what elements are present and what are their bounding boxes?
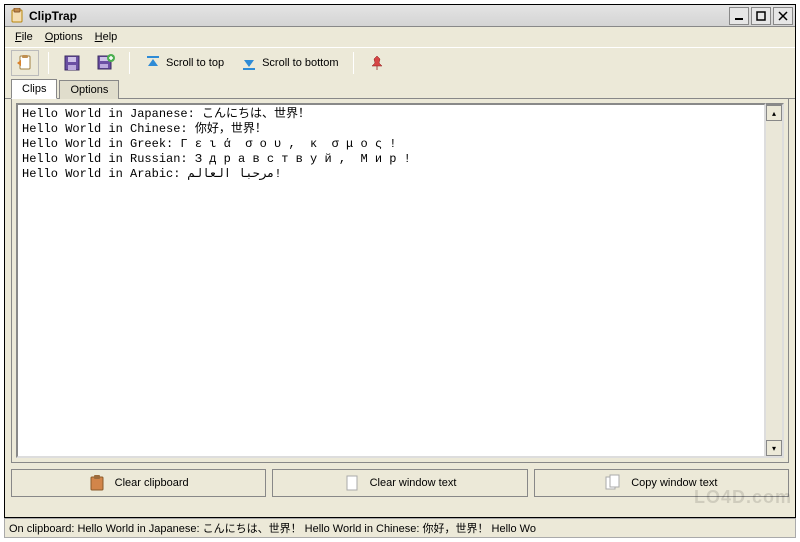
tab-row: Clips Options bbox=[5, 77, 795, 99]
clipboard-out-button[interactable] bbox=[11, 50, 39, 76]
separator bbox=[48, 52, 49, 74]
scroll-to-bottom-button[interactable]: Scroll to bottom bbox=[235, 50, 343, 76]
tab-clips[interactable]: Clips bbox=[11, 79, 57, 99]
separator bbox=[129, 52, 130, 74]
scroll-bottom-icon bbox=[240, 54, 258, 72]
statusbar-text: On clipboard: Hello World in Japanese: こ… bbox=[9, 520, 536, 536]
save-as-button[interactable] bbox=[92, 50, 120, 76]
vertical-scrollbar[interactable]: ▴ ▾ bbox=[766, 103, 784, 458]
scroll-top-icon bbox=[144, 54, 162, 72]
clips-textarea[interactable]: Hello World in Japanese: こんにちは、世界！ Hello… bbox=[16, 103, 766, 458]
copy-window-text-button[interactable]: Copy window text bbox=[534, 469, 789, 497]
titlebar: ClipTrap bbox=[5, 5, 795, 27]
scroll-bottom-label: Scroll to bottom bbox=[262, 57, 338, 69]
clear-clipboard-button[interactable]: Clear clipboard bbox=[11, 469, 266, 497]
floppy-icon bbox=[63, 54, 81, 72]
menu-help[interactable]: Help bbox=[89, 29, 124, 45]
scroll-down-button[interactable]: ▾ bbox=[766, 440, 782, 456]
minimize-button[interactable] bbox=[729, 7, 749, 25]
toolbar: Scroll to top Scroll to bottom bbox=[5, 47, 795, 77]
close-button[interactable] bbox=[773, 7, 793, 25]
scroll-up-button[interactable]: ▴ bbox=[766, 105, 782, 121]
menu-options[interactable]: Options bbox=[39, 29, 89, 45]
clipboard-arrow-icon bbox=[16, 54, 34, 72]
save-button[interactable] bbox=[58, 50, 86, 76]
scroll-top-label: Scroll to top bbox=[166, 57, 224, 69]
clipboard-icon bbox=[89, 474, 105, 492]
copy-pages-icon bbox=[605, 474, 621, 492]
clear-window-label: Clear window text bbox=[370, 477, 457, 489]
window-controls bbox=[727, 7, 793, 25]
menu-file[interactable]: File bbox=[9, 29, 39, 45]
floppy-plus-icon bbox=[97, 54, 115, 72]
content-area: Hello World in Japanese: こんにちは、世界！ Hello… bbox=[11, 99, 789, 463]
clear-window-text-button[interactable]: Clear window text bbox=[272, 469, 527, 497]
clear-clipboard-label: Clear clipboard bbox=[115, 477, 189, 489]
menubar: File Options Help bbox=[5, 27, 795, 47]
separator bbox=[353, 52, 354, 74]
maximize-button[interactable] bbox=[751, 7, 771, 25]
pin-icon bbox=[368, 54, 386, 72]
scroll-to-top-button[interactable]: Scroll to top bbox=[139, 50, 229, 76]
bottom-button-bar: Clear clipboard Clear window text Copy w… bbox=[5, 463, 795, 503]
window-title: ClipTrap bbox=[29, 9, 727, 23]
copy-window-label: Copy window text bbox=[631, 477, 717, 489]
pin-button[interactable] bbox=[363, 50, 391, 76]
app-icon bbox=[9, 8, 25, 24]
page-icon bbox=[344, 474, 360, 492]
tab-options[interactable]: Options bbox=[59, 80, 119, 99]
statusbar: On clipboard: Hello World in Japanese: こ… bbox=[4, 518, 796, 538]
app-window: ClipTrap File Options Help bbox=[4, 4, 796, 518]
